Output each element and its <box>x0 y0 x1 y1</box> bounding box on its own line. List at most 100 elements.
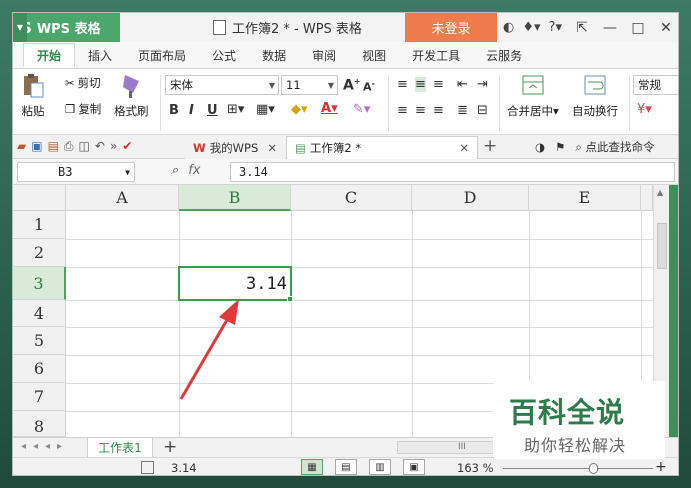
login-button[interactable]: 未登录 <box>405 13 497 42</box>
align-middle-icon[interactable]: ≡ <box>415 77 426 92</box>
doc-tab-my-wps[interactable]: W 我的WPS ✕ <box>185 136 285 159</box>
zoom-search-icon[interactable]: ⌕ <box>171 163 178 178</box>
restore-ribbon-icon[interactable]: ⇱ <box>568 20 596 36</box>
fx-insert-function-button[interactable]: fx <box>188 163 200 178</box>
underline-button[interactable]: U <box>207 103 218 118</box>
maximize-icon[interactable]: □ <box>624 20 652 36</box>
sheet-nav-icons[interactable]: ◂◂◂▸ <box>21 441 69 452</box>
align-top-icon[interactable]: ≡ <box>397 77 408 92</box>
calculator-icon[interactable] <box>141 461 154 474</box>
status-value: 3.14 <box>171 461 197 475</box>
chevron-down-icon[interactable]: ▼ <box>125 168 130 177</box>
indent-increase-icon[interactable]: ⇥ <box>477 77 488 92</box>
distributed-icon[interactable]: ⊟ <box>477 103 488 118</box>
merge-center-button[interactable]: 合并居中▾ <box>507 73 559 119</box>
status-bar: 3.14 ▦ ▤ ▥ ▣ 163 % + <box>13 457 678 475</box>
zoom-slider-track[interactable] <box>503 468 653 469</box>
reading-mode-button[interactable]: ▣ <box>403 459 425 475</box>
quick-access-icons: ▰ ▣ ▤ ⎙ ◫ ↶ » ✔ <box>17 139 132 154</box>
save-icon[interactable]: ▣ <box>31 139 42 154</box>
minimize-icon[interactable]: — <box>596 20 624 36</box>
print-preview-icon[interactable]: ◫ <box>79 139 90 154</box>
font-color-button[interactable]: A▾ <box>321 101 338 116</box>
chevron-down-icon: ▼ <box>268 80 275 90</box>
tab-view[interactable]: 视图 <box>349 43 399 68</box>
side-panel-toggle[interactable] <box>669 185 678 437</box>
wps-app-menu-button[interactable]: S WPS 表格 ▼ <box>13 13 120 42</box>
align-bottom-icon[interactable]: ≡ <box>433 77 444 92</box>
paste-button[interactable]: 粘贴 <box>21 73 45 119</box>
doc-tab-workbook2[interactable]: ▤ 工作簿2 * ✕ <box>286 136 478 159</box>
scroll-up-icon[interactable]: ▲ <box>657 188 663 197</box>
border-icon[interactable]: ⊞▾ <box>227 102 244 117</box>
paste-icon <box>24 74 44 98</box>
vertical-scroll-thumb[interactable] <box>657 223 667 269</box>
close-tab-icon[interactable]: ✕ <box>267 141 277 155</box>
tab-page-layout[interactable]: 页面布局 <box>125 43 199 68</box>
tab-home[interactable]: 开始 <box>23 43 76 68</box>
skin-icon[interactable]: ◐ <box>503 20 514 35</box>
indent-decrease-icon[interactable]: ⇤ <box>457 77 468 92</box>
page-layout-view-button[interactable]: ▥ <box>369 459 391 475</box>
help-button[interactable]: ?▾ <box>549 20 562 35</box>
tab-formulas[interactable]: 公式 <box>199 43 249 68</box>
new-tab-button[interactable]: + <box>483 136 497 156</box>
ribbon-home: 粘贴 ✂ 剪切 ❐ 复制 格式刷 宋体 ▼ 11 ▼ A+ A- B I U ⊞▾ ▦▾… <box>13 69 678 135</box>
doc-sync-icon[interactable]: ◑ <box>535 140 545 154</box>
title-tools: ◐ ♦▾ ?▾ <box>503 13 562 42</box>
add-sheet-button[interactable]: + <box>163 437 177 457</box>
command-search-area: ◑ ⚑ ⌕ 点此查找命令 <box>535 139 654 155</box>
tab-developer[interactable]: 开发工具 <box>399 43 473 68</box>
export-pdf-icon[interactable]: ▤ <box>48 139 59 154</box>
justify-icon[interactable]: ≣ <box>457 103 468 118</box>
font-grow-button[interactable]: A+ <box>343 77 361 94</box>
wrap-text-icon <box>584 75 606 95</box>
copy-button[interactable]: ❐ 复制 <box>65 101 101 117</box>
undo-icon[interactable]: ↶ <box>95 139 105 154</box>
cut-button[interactable]: ✂ 剪切 <box>65 75 101 91</box>
tab-cloud[interactable]: 云服务 <box>473 43 535 68</box>
cell-style-icon[interactable]: ▦▾ <box>256 102 275 117</box>
share-icon[interactable]: ⚑ <box>555 140 565 154</box>
format-painter-button[interactable]: 格式刷 <box>114 73 149 119</box>
watermark-subtitle: 助你轻松解决 <box>524 436 627 455</box>
font-size-select[interactable]: 11 ▼ <box>281 75 338 95</box>
chevron-down-icon[interactable]: ▼ <box>13 13 27 42</box>
currency-format-icon[interactable]: ¥▾ <box>637 102 652 117</box>
sheet-tab-1[interactable]: 工作表1 <box>87 438 153 458</box>
zoom-level[interactable]: 163 % <box>457 461 494 475</box>
horizontal-scrollbar[interactable]: III <box>397 441 497 454</box>
number-format-select[interactable]: 常规 <box>633 75 678 95</box>
tab-review[interactable]: 审阅 <box>299 43 349 68</box>
menu-tabs: 开始 插入 页面布局 公式 数据 审阅 视图 开发工具 云服务 <box>13 42 678 69</box>
font-shrink-button[interactable]: A- <box>363 79 375 94</box>
align-left-icon[interactable]: ≡ <box>397 103 408 118</box>
zoom-in-button[interactable]: + <box>655 459 667 475</box>
shirt-icon[interactable]: ♦▾ <box>522 20 540 35</box>
page-break-view-button[interactable]: ▤ <box>335 459 357 475</box>
close-icon[interactable]: ✕ <box>652 20 678 36</box>
fill-color-icon[interactable]: ◆▾ <box>291 102 308 117</box>
italic-button[interactable]: I <box>189 103 194 118</box>
align-right-icon[interactable]: ≡ <box>433 103 444 118</box>
formula-input[interactable]: 3.14 <box>230 162 675 182</box>
formula-icons: ⌕ fx <box>171 163 201 178</box>
clear-format-icon[interactable]: ✎▾ <box>353 102 370 117</box>
name-box[interactable]: B3 ▼ <box>17 162 135 182</box>
open-folder-icon[interactable]: ▰ <box>17 139 26 154</box>
bold-button[interactable]: B <box>169 103 179 118</box>
align-center-icon[interactable]: ≡ <box>415 103 426 118</box>
search-icon: ⌕ <box>575 140 582 154</box>
tab-data[interactable]: 数据 <box>249 43 299 68</box>
quick-customize-icon[interactable]: ✔ <box>122 139 132 154</box>
normal-view-button[interactable]: ▦ <box>301 459 323 475</box>
search-command[interactable]: ⌕ 点此查找命令 <box>575 139 654 155</box>
more-arrows-icon[interactable]: » <box>110 139 117 154</box>
close-tab-icon[interactable]: ✕ <box>459 141 469 155</box>
tab-insert[interactable]: 插入 <box>75 43 125 68</box>
zoom-slider-thumb[interactable] <box>589 463 598 474</box>
scroll-grip: III <box>458 442 466 452</box>
print-icon[interactable]: ⎙ <box>64 139 74 154</box>
wrap-text-button[interactable]: 自动换行 <box>572 73 618 119</box>
font-name-select[interactable]: 宋体 ▼ <box>165 75 279 95</box>
